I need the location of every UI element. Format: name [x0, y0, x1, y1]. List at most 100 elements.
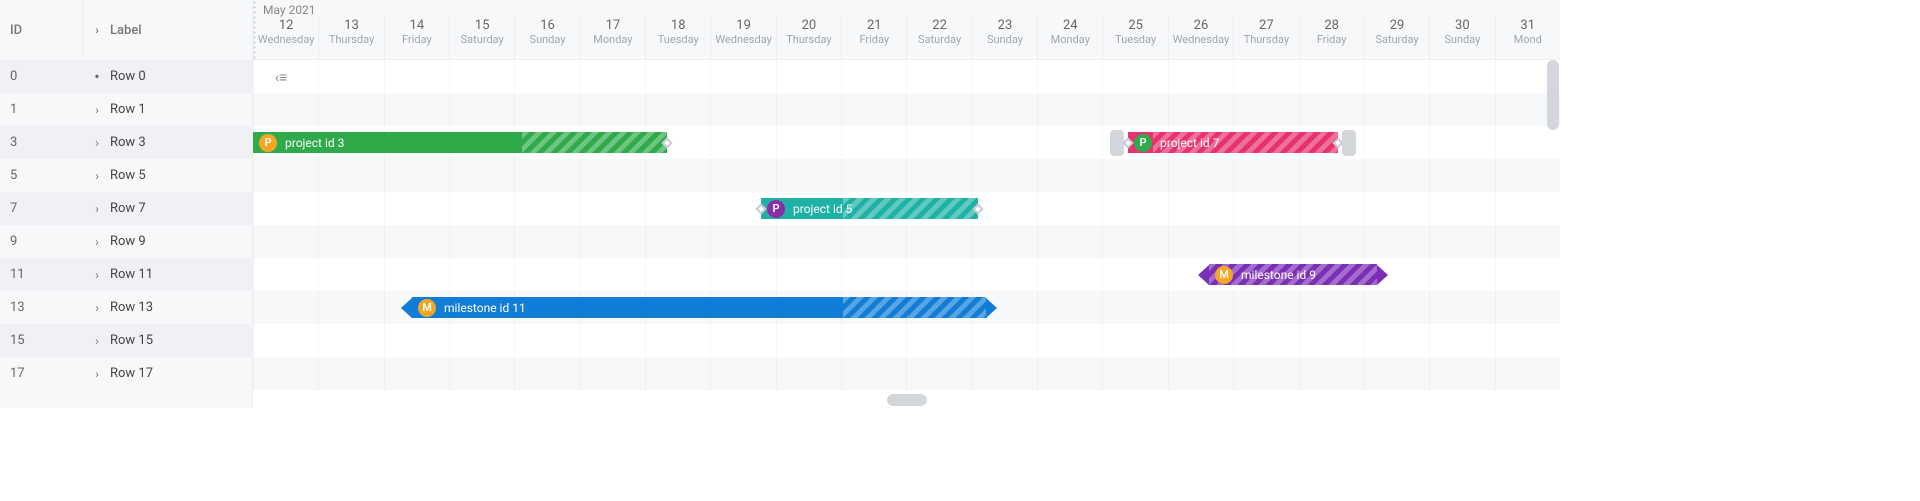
timeline-panel: May 2021 12Wednesday13Thursday14Friday15…: [253, 0, 1560, 408]
day-name: Thursday: [319, 33, 383, 46]
day-number: 19: [711, 16, 775, 33]
day-name: Monday: [1038, 33, 1102, 46]
month-label: May 2021: [253, 0, 1560, 17]
day-name: Thursday: [777, 33, 841, 46]
day-column[interactable]: 17Monday: [580, 16, 645, 59]
day-column[interactable]: 29Saturday: [1364, 16, 1429, 59]
horizontal-scrollbar-track[interactable]: [253, 390, 1560, 410]
timeline-row[interactable]: P project id 5: [253, 192, 1560, 225]
table-row[interactable]: 11 › Row 11: [0, 258, 252, 291]
timeline-header[interactable]: May 2021 12Wednesday13Thursday14Friday15…: [253, 0, 1560, 60]
row-id: 7: [0, 201, 82, 216]
day-column[interactable]: 31Mond: [1495, 16, 1560, 59]
chevron-right-icon[interactable]: ›: [92, 169, 102, 183]
milestone-bar-11[interactable]: M milestone id 11: [401, 297, 997, 318]
day-column[interactable]: 28Friday: [1299, 16, 1364, 59]
day-name: Thursday: [1234, 33, 1298, 46]
timeline-body[interactable]: ‹≡ P project id 3: [253, 60, 1560, 408]
day-name: Sunday: [973, 33, 1037, 46]
project-badge-icon: P: [767, 200, 785, 218]
timeline-row[interactable]: M milestone id 9: [253, 258, 1560, 291]
grid: [253, 324, 1560, 357]
timeline-row[interactable]: M milestone id 11: [253, 291, 1560, 324]
day-number: 30: [1430, 16, 1494, 33]
day-name: Wednesday: [711, 33, 775, 46]
vertical-scrollbar[interactable]: [1547, 60, 1559, 130]
day-number: 17: [581, 16, 645, 33]
day-column[interactable]: 26Wednesday: [1168, 16, 1233, 59]
table-header: ID › Label: [0, 0, 252, 60]
task-label: milestone id 9: [1241, 268, 1316, 282]
table-row[interactable]: 9 › Row 9: [0, 225, 252, 258]
col-header-label[interactable]: › Label: [82, 23, 252, 38]
day-column[interactable]: 19Wednesday: [710, 16, 775, 59]
chevron-right-icon[interactable]: ›: [92, 301, 102, 315]
day-column[interactable]: 20Thursday: [776, 16, 841, 59]
table-row[interactable]: 15 › Row 15: [0, 324, 252, 357]
task-bar-project-7[interactable]: P project id 7: [1110, 132, 1356, 153]
timeline-row[interactable]: [253, 357, 1560, 390]
chevron-right-icon[interactable]: ›: [92, 136, 102, 150]
table-row[interactable]: 7 › Row 7: [0, 192, 252, 225]
day-column[interactable]: 27Thursday: [1233, 16, 1298, 59]
day-number: 21: [842, 16, 906, 33]
table-row[interactable]: 13 › Row 13: [0, 291, 252, 324]
col-header-id[interactable]: ID: [0, 23, 82, 38]
table-row[interactable]: 0 • Row 0: [0, 60, 252, 93]
day-column[interactable]: 16Sunday: [514, 16, 579, 59]
chevron-right-icon[interactable]: ›: [92, 334, 102, 348]
day-number: 28: [1300, 16, 1364, 33]
day-column[interactable]: 14Friday: [384, 16, 449, 59]
task-bar-project-3[interactable]: P project id 3: [253, 132, 667, 153]
timeline-row[interactable]: P project id 3 P project id 7: [253, 126, 1560, 159]
day-column[interactable]: 30Sunday: [1429, 16, 1494, 59]
day-column[interactable]: 21Friday: [841, 16, 906, 59]
timeline-row[interactable]: [253, 324, 1560, 357]
day-name: Sunday: [1430, 33, 1494, 46]
timeline-row[interactable]: [253, 225, 1560, 258]
collapse-left-icon[interactable]: ‹≡: [267, 66, 295, 88]
chevron-right-icon[interactable]: ›: [92, 367, 102, 381]
timeline-row[interactable]: [253, 159, 1560, 192]
horizontal-scrollbar-thumb[interactable]: [887, 394, 927, 406]
table-row[interactable]: 3 › Row 3: [0, 126, 252, 159]
day-column[interactable]: 13Thursday: [318, 16, 383, 59]
chevron-right-icon[interactable]: ›: [92, 202, 102, 216]
table-row[interactable]: 1 › Row 1: [0, 93, 252, 126]
row-id: 13: [0, 300, 82, 315]
row-label-cell: • Row 0: [82, 69, 252, 84]
day-name: Saturday: [450, 33, 514, 46]
task-bar-project-5[interactable]: P project id 5: [761, 198, 978, 219]
day-column[interactable]: 18Tuesday: [645, 16, 710, 59]
row-label: Row 1: [110, 102, 146, 117]
timeline-row[interactable]: ‹≡: [253, 60, 1560, 93]
day-number: 25: [1103, 16, 1167, 33]
day-name: Saturday: [1365, 33, 1429, 46]
row-label: Row 11: [110, 267, 153, 282]
day-column[interactable]: 23Sunday: [972, 16, 1037, 59]
day-name: Friday: [385, 33, 449, 46]
milestone-badge-icon: M: [418, 299, 436, 317]
table-row[interactable]: 5 › Row 5: [0, 159, 252, 192]
chevron-right-icon[interactable]: ›: [92, 103, 102, 117]
chevron-right-icon[interactable]: ›: [92, 268, 102, 282]
chevron-right-icon[interactable]: ›: [92, 23, 102, 37]
milestone-bar-9[interactable]: M milestone id 9: [1198, 264, 1388, 285]
table-row[interactable]: 17 › Row 17: [0, 357, 252, 390]
row-label: Row 7: [110, 201, 146, 216]
day-column[interactable]: 15Saturday: [449, 16, 514, 59]
row-label: Row 3: [110, 135, 146, 150]
day-column[interactable]: 22Saturday: [906, 16, 971, 59]
grid: [253, 93, 1560, 126]
timeline-row[interactable]: [253, 93, 1560, 126]
row-label: Row 13: [110, 300, 153, 315]
day-name: Tuesday: [1103, 33, 1167, 46]
chevron-right-icon[interactable]: ›: [92, 235, 102, 249]
day-column[interactable]: 12Wednesday: [253, 16, 318, 59]
row-id: 0: [0, 69, 82, 84]
column-divider[interactable]: [82, 0, 83, 60]
day-column[interactable]: 24Monday: [1037, 16, 1102, 59]
day-column[interactable]: 25Tuesday: [1102, 16, 1167, 59]
row-id: 15: [0, 333, 82, 348]
day-name: Sunday: [515, 33, 579, 46]
